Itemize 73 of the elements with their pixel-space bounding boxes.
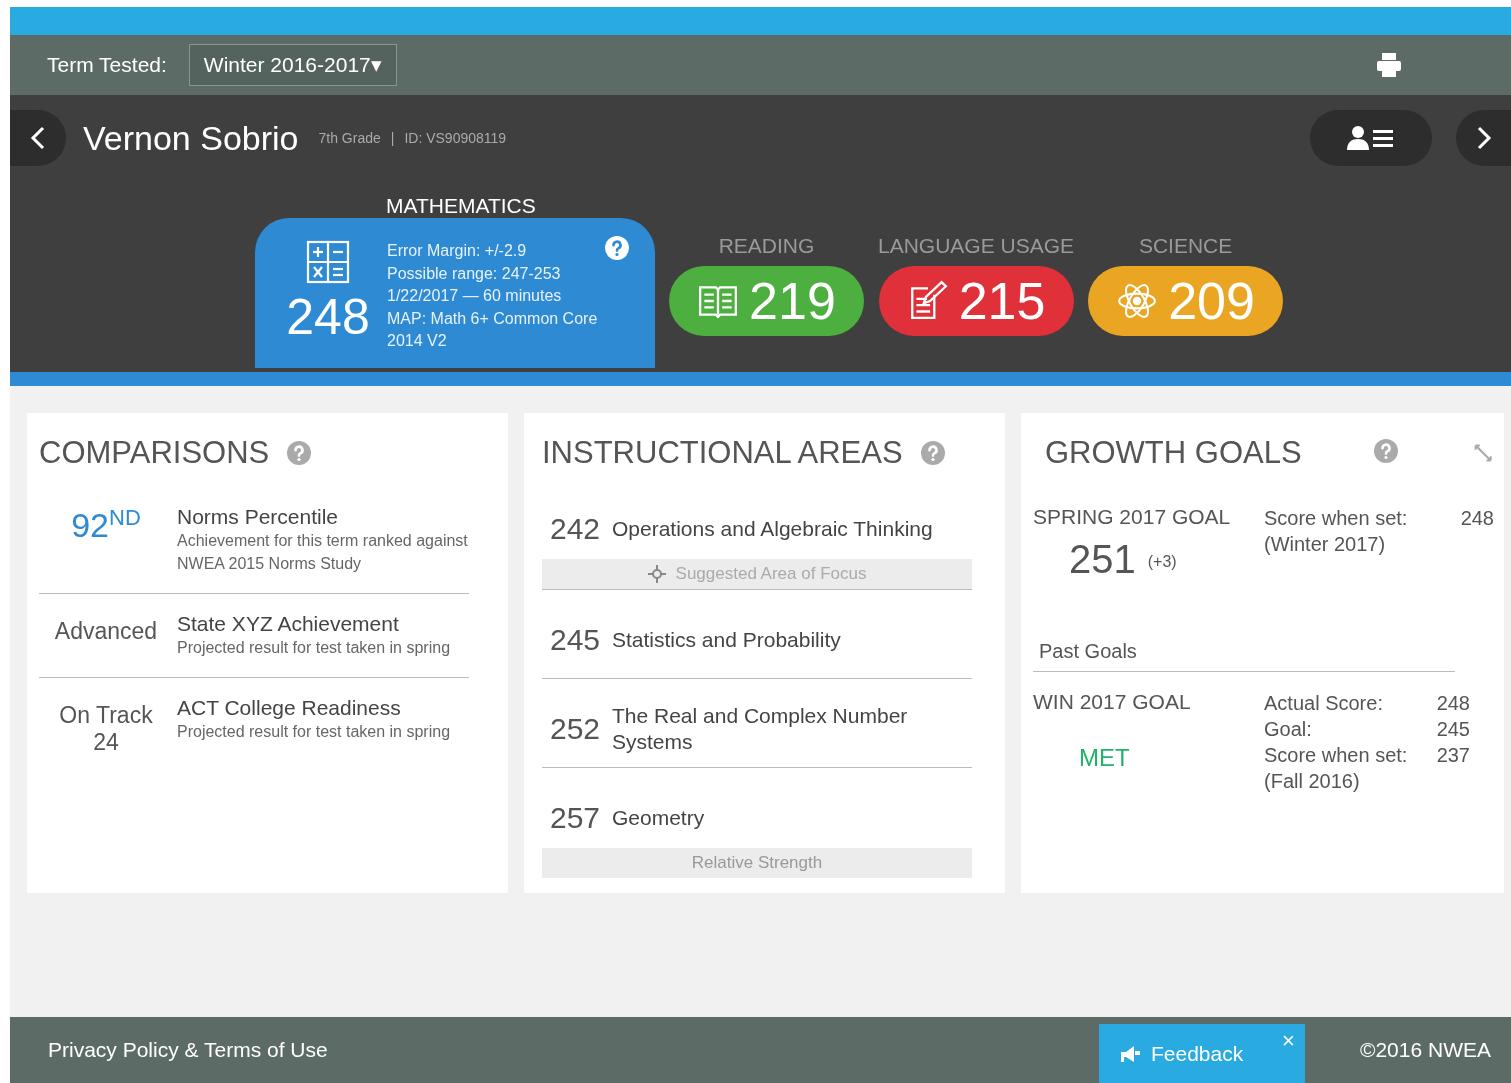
card-title: COMPARISONS	[39, 435, 270, 471]
goal-label: WIN 2017 GOAL	[1033, 690, 1192, 714]
term-label: Term Tested:	[47, 53, 167, 77]
score-when-set-value: 248	[1460, 506, 1494, 531]
target-icon	[647, 565, 666, 583]
focus-tag: Suggested Area of Focus	[542, 559, 972, 589]
goal-detail-value: 248	[1436, 691, 1470, 716]
goal-status: MET	[1079, 744, 1131, 772]
subject-score-pill[interactable]: 219	[669, 266, 864, 336]
student-id: ID: VS90908119	[404, 130, 507, 146]
next-student-button[interactable]	[1456, 110, 1511, 166]
goal-detail-label: Score when set:	[1264, 743, 1408, 768]
card-title: INSTRUCTIONAL AREAS	[542, 435, 903, 471]
test-details: Error Margin: +/-2.9 Possible range: 247-253 1/22/2017 — 60 minutes MAP: Math 6+ Common Core 2014 V2	[387, 241, 599, 351]
area-name: Statistics and Probability	[612, 627, 842, 653]
score-term: (Fall 2016)	[1264, 769, 1361, 794]
privacy-terms-link[interactable]: Privacy Policy & Terms of Use	[48, 1038, 328, 1062]
area-name: Geometry	[612, 805, 706, 831]
strength-tag: Relative Strength	[542, 848, 972, 878]
help-icon[interactable]	[920, 441, 945, 465]
goal-score: 251	[1069, 537, 1136, 581]
help-icon[interactable]	[1373, 439, 1398, 463]
student-name: Vernon Sobrio	[83, 118, 299, 158]
close-feedback-button[interactable]: ×	[1282, 1028, 1295, 1054]
subject-label: SCIENCE	[1138, 234, 1233, 258]
chevron-left-icon	[29, 125, 47, 151]
subject-score-pill[interactable]: 209	[1088, 266, 1284, 336]
megaphone-icon	[1118, 1043, 1141, 1064]
subject-label: LANGUAGE USAGE	[878, 234, 1075, 258]
person-list-icon	[1347, 125, 1395, 151]
student-grade: 7th Grade	[318, 130, 381, 146]
area-name: The Real and Complex Number Systems	[612, 703, 909, 755]
comparison-description: Projected result for test taken in spring	[177, 722, 452, 742]
area-name: Operations and Algebraic Thinking	[612, 516, 934, 542]
area-score: 242	[549, 512, 602, 546]
goal-change: (+3)	[1147, 553, 1177, 571]
print-icon[interactable]	[1375, 51, 1403, 79]
subject-label: MATHEMATICS	[386, 194, 537, 218]
subject-score-pill[interactable]: 215	[878, 266, 1074, 336]
percentile-value: 92$^{ND}$	[71, 505, 141, 546]
meta-separator: |	[390, 130, 395, 146]
area-score: 257	[549, 801, 602, 835]
goal-detail-value: 245	[1436, 717, 1470, 742]
comparison-title: State XYZ Achievement	[177, 612, 400, 636]
term-dropdown[interactable]: Winter 2016-2017▾	[188, 44, 397, 86]
past-goals-heading: Past Goals	[1033, 634, 1455, 672]
card-title: GROWTH GOALS	[1045, 435, 1302, 471]
copyright: ©2016 NWEA	[1359, 1038, 1491, 1062]
goal-detail-label: Goal:	[1264, 717, 1312, 742]
score-when-set-label: Score when set:	[1264, 506, 1408, 531]
help-icon[interactable]	[287, 441, 312, 465]
goal-detail-label: Actual Score:	[1264, 691, 1383, 716]
comparison-description: Achievement for this term ranked against NWEA 2015 Norms Study	[177, 531, 469, 574]
feedback-button[interactable]: Feedback ×	[1098, 1024, 1305, 1083]
help-icon[interactable]	[605, 236, 629, 260]
comparison-title: Norms Percentile	[177, 505, 340, 529]
roster-button[interactable]	[1310, 110, 1432, 166]
subject-score-card[interactable]: 248 Error Margin: +/-2.9 Possible range: 247-253 1/22/2017 — 60 minutes MAP: Math 6+ Common Core 2014 V2	[255, 218, 655, 368]
expand-icon[interactable]	[1473, 442, 1492, 464]
comparison-title: ACT College Readiness	[177, 696, 402, 720]
score-term: (Winter 2017)	[1264, 532, 1387, 557]
area-score: 252	[549, 712, 602, 746]
previous-student-button[interactable]	[10, 110, 66, 166]
subject-score: 248	[286, 288, 370, 346]
comparison-score: 24	[93, 729, 119, 756]
subject-label: READING	[718, 234, 815, 258]
goal-detail-value: 237	[1436, 743, 1470, 768]
comparison-description: Projected result for test taken in spring	[177, 638, 452, 658]
goal-label: SPRING 2017 GOAL	[1033, 505, 1232, 529]
comparison-result: Advanced	[54, 618, 158, 645]
comparison-result: On Track	[59, 702, 153, 729]
area-score: 245	[549, 623, 602, 657]
calculator-icon	[306, 240, 350, 284]
